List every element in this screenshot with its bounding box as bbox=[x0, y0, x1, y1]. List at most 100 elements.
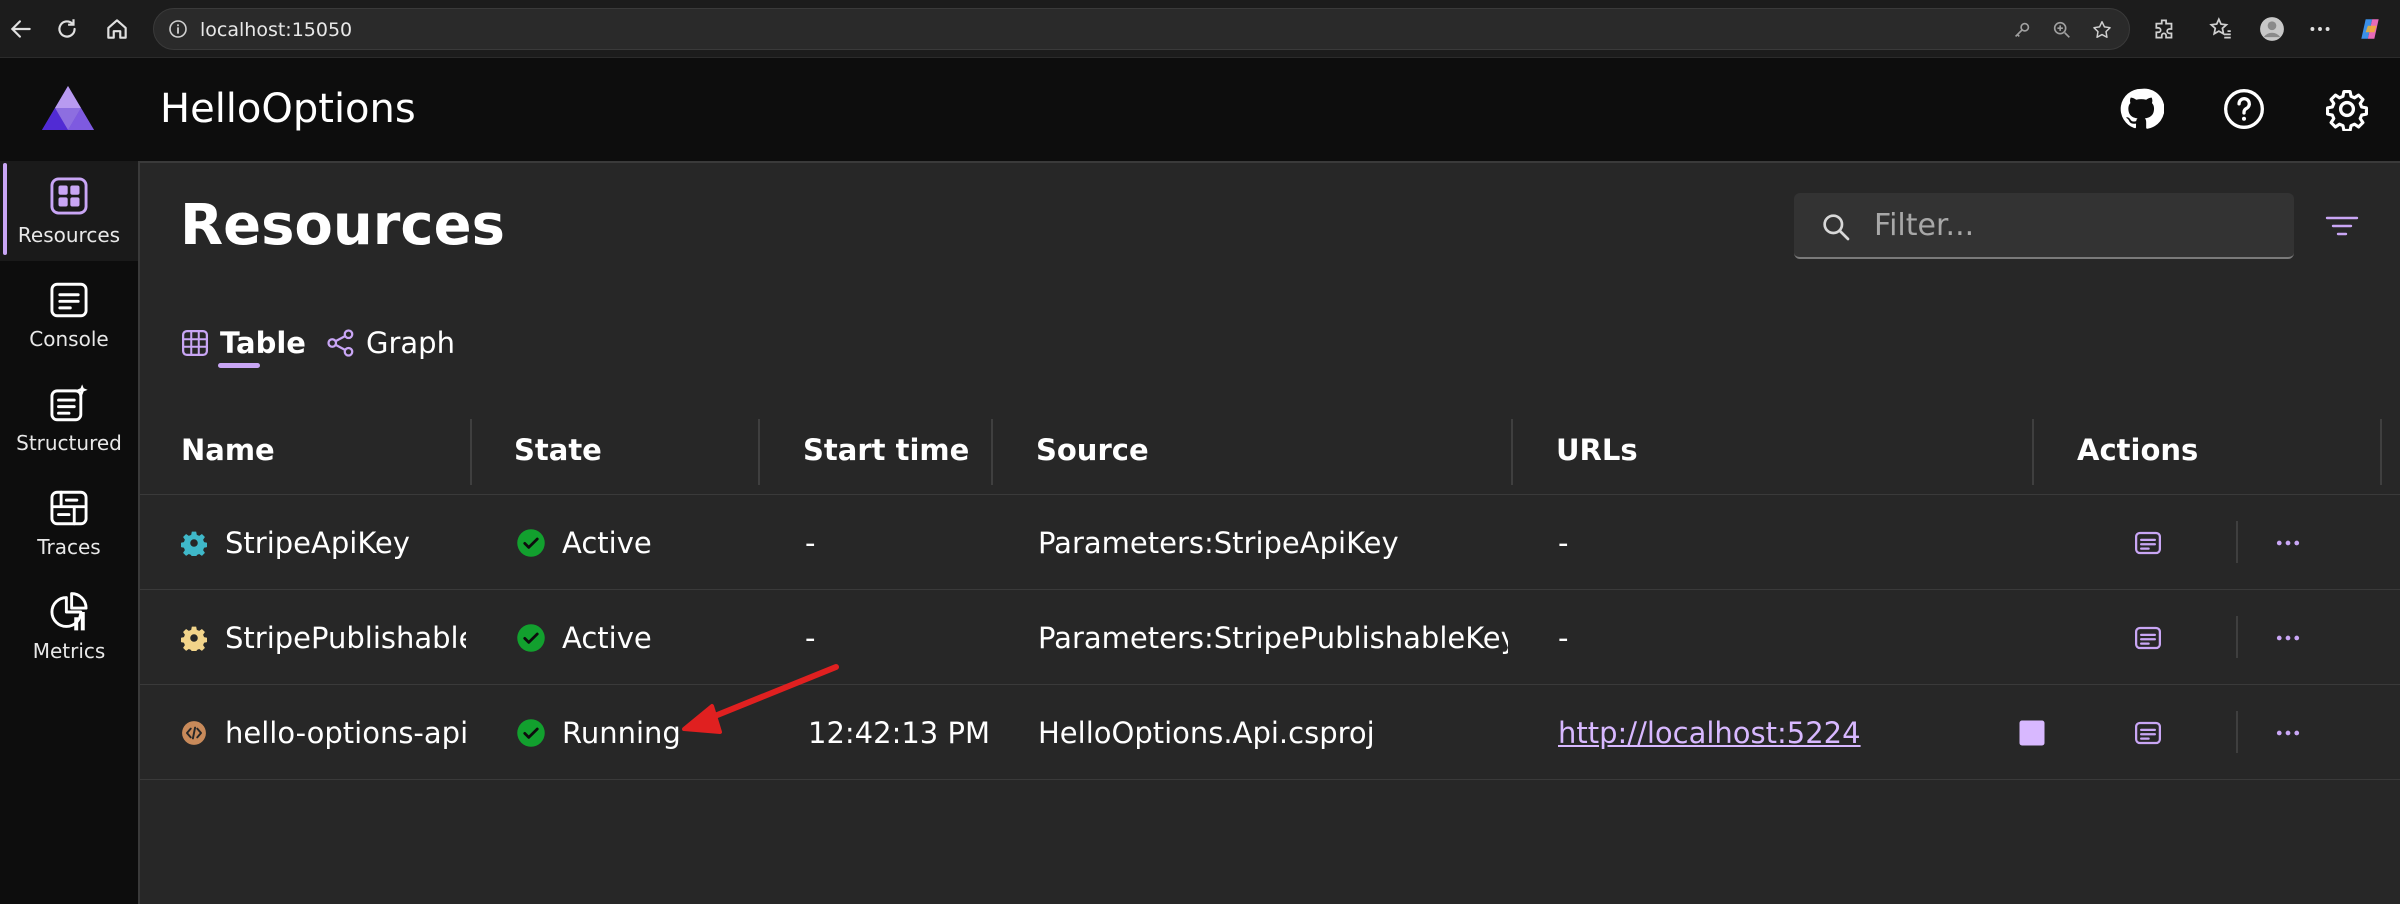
parameter-gear-icon bbox=[181, 626, 207, 651]
address-bar[interactable]: localhost:15050 bbox=[153, 8, 2130, 50]
check-circle-icon bbox=[517, 623, 545, 652]
console-logs-button[interactable] bbox=[2130, 620, 2166, 656]
settings-button[interactable] bbox=[2320, 82, 2374, 136]
nav-label: Resources bbox=[17, 223, 121, 247]
nav-item-console[interactable]: Console bbox=[0, 265, 138, 365]
column-header-start-time[interactable]: Start time bbox=[803, 433, 969, 467]
tab-active-underline bbox=[218, 363, 260, 368]
console-logs-icon bbox=[2135, 531, 2161, 555]
favorite-star-icon[interactable] bbox=[2091, 19, 2113, 41]
zoom-icon[interactable] bbox=[2051, 19, 2073, 41]
state-text: Active bbox=[562, 620, 652, 655]
column-resize-handle[interactable] bbox=[1511, 419, 1513, 485]
source-cell: Parameters:StripeApiKey bbox=[1038, 525, 1399, 560]
nav-item-resources[interactable]: Resources bbox=[0, 161, 138, 261]
ellipsis-icon bbox=[2276, 635, 2300, 641]
actions-divider bbox=[2236, 711, 2238, 753]
left-navigation: Resources Console Structured Traces Metr… bbox=[0, 161, 138, 904]
filter-input[interactable] bbox=[1874, 207, 2274, 243]
github-icon bbox=[2120, 88, 2164, 129]
column-header-state[interactable]: State bbox=[514, 433, 602, 467]
column-resize-handle[interactable] bbox=[758, 419, 760, 485]
key-icon[interactable] bbox=[2011, 19, 2033, 41]
state-cell: Running bbox=[516, 685, 756, 780]
filter-options-icon[interactable] bbox=[2324, 211, 2360, 241]
project-code-icon bbox=[182, 720, 206, 745]
name-cell: hello-options-api bbox=[181, 685, 466, 780]
source-cell: Parameters:StripePublishableKey bbox=[1038, 620, 1508, 655]
console-icon bbox=[50, 282, 88, 318]
nav-label: Console bbox=[29, 327, 109, 351]
info-icon[interactable] bbox=[168, 19, 188, 39]
copilot-icon[interactable] bbox=[2355, 14, 2385, 44]
more-actions-button[interactable] bbox=[2270, 620, 2306, 656]
more-options-icon[interactable] bbox=[2305, 14, 2335, 44]
help-icon bbox=[2224, 89, 2264, 129]
back-icon[interactable] bbox=[6, 14, 36, 44]
nav-item-metrics[interactable]: Metrics bbox=[0, 577, 138, 677]
filter-box[interactable] bbox=[1794, 193, 2294, 259]
start-time-cell: 12:42:13 PM bbox=[808, 715, 988, 750]
actions-divider bbox=[2236, 521, 2238, 563]
url-cell: - bbox=[1558, 620, 1569, 655]
tab-label: Table bbox=[220, 326, 306, 360]
help-button[interactable] bbox=[2217, 82, 2271, 136]
favorites-icon[interactable] bbox=[2206, 14, 2236, 44]
nav-label: Structured bbox=[16, 431, 122, 455]
stop-resource-button[interactable] bbox=[2014, 715, 2050, 751]
main-content: Resources Table Graph Name State bbox=[138, 161, 2400, 904]
url-cell: - bbox=[1558, 525, 1569, 560]
metrics-icon bbox=[50, 592, 88, 631]
resources-icon bbox=[50, 177, 88, 215]
profile-avatar-icon[interactable] bbox=[2257, 14, 2287, 44]
gear-icon bbox=[2326, 90, 2368, 131]
state-text: Running bbox=[562, 715, 681, 750]
ellipsis-icon bbox=[2276, 540, 2300, 546]
refresh-icon[interactable] bbox=[52, 14, 82, 44]
column-resize-handle[interactable] bbox=[991, 419, 993, 485]
column-header-actions: Actions bbox=[2077, 433, 2199, 467]
console-logs-button[interactable] bbox=[2130, 715, 2166, 751]
resource-name[interactable]: StripePublishableKey bbox=[225, 621, 466, 655]
column-resize-handle[interactable] bbox=[470, 419, 472, 485]
traces-icon bbox=[50, 490, 88, 526]
nav-item-structured[interactable]: Structured bbox=[0, 369, 138, 469]
actions-divider bbox=[2236, 616, 2238, 658]
parameter-gear-icon bbox=[181, 531, 207, 556]
check-circle-icon bbox=[517, 718, 545, 747]
column-resize-handle[interactable] bbox=[2032, 419, 2034, 485]
search-icon bbox=[1823, 214, 1850, 241]
console-logs-button[interactable] bbox=[2130, 525, 2166, 561]
column-resize-handle[interactable] bbox=[2380, 419, 2382, 485]
state-cell: Active bbox=[516, 495, 756, 590]
tab-graph[interactable]: Graph bbox=[326, 313, 455, 373]
aspire-logo-icon[interactable] bbox=[40, 84, 96, 134]
table-header: Name State Start time Source URLs Action… bbox=[140, 411, 2400, 495]
app-title[interactable]: HelloOptions bbox=[160, 86, 416, 132]
table-row: StripeApiKey Active - Parameters:StripeA… bbox=[140, 495, 2400, 590]
state-text: Active bbox=[562, 525, 652, 560]
browser-toolbar: localhost:15050 bbox=[0, 0, 2400, 58]
check-circle-icon bbox=[517, 528, 545, 557]
structured-icon bbox=[50, 384, 88, 422]
stop-icon bbox=[2019, 720, 2045, 746]
resource-name[interactable]: hello-options-api bbox=[225, 716, 466, 750]
github-button[interactable] bbox=[2114, 82, 2168, 136]
column-header-name[interactable]: Name bbox=[181, 433, 275, 467]
column-header-urls[interactable]: URLs bbox=[1556, 433, 1638, 467]
source-cell: HelloOptions.Api.csproj bbox=[1038, 715, 1375, 750]
endpoint-link[interactable]: http://localhost:5224 bbox=[1558, 716, 1861, 750]
column-header-source[interactable]: Source bbox=[1036, 433, 1149, 467]
resource-name[interactable]: StripeApiKey bbox=[225, 526, 410, 560]
extensions-icon[interactable] bbox=[2150, 14, 2180, 44]
nav-item-traces[interactable]: Traces bbox=[0, 473, 138, 573]
more-actions-button[interactable] bbox=[2270, 525, 2306, 561]
url-text[interactable]: localhost:15050 bbox=[200, 19, 352, 41]
ellipsis-icon bbox=[2276, 730, 2300, 736]
table-row: hello-options-api Running 12:42:13 PM He… bbox=[140, 685, 2400, 780]
name-cell: StripeApiKey bbox=[181, 495, 466, 590]
nav-label: Metrics bbox=[32, 639, 106, 663]
state-cell: Active bbox=[516, 590, 756, 685]
more-actions-button[interactable] bbox=[2270, 715, 2306, 751]
home-icon[interactable] bbox=[102, 14, 132, 44]
